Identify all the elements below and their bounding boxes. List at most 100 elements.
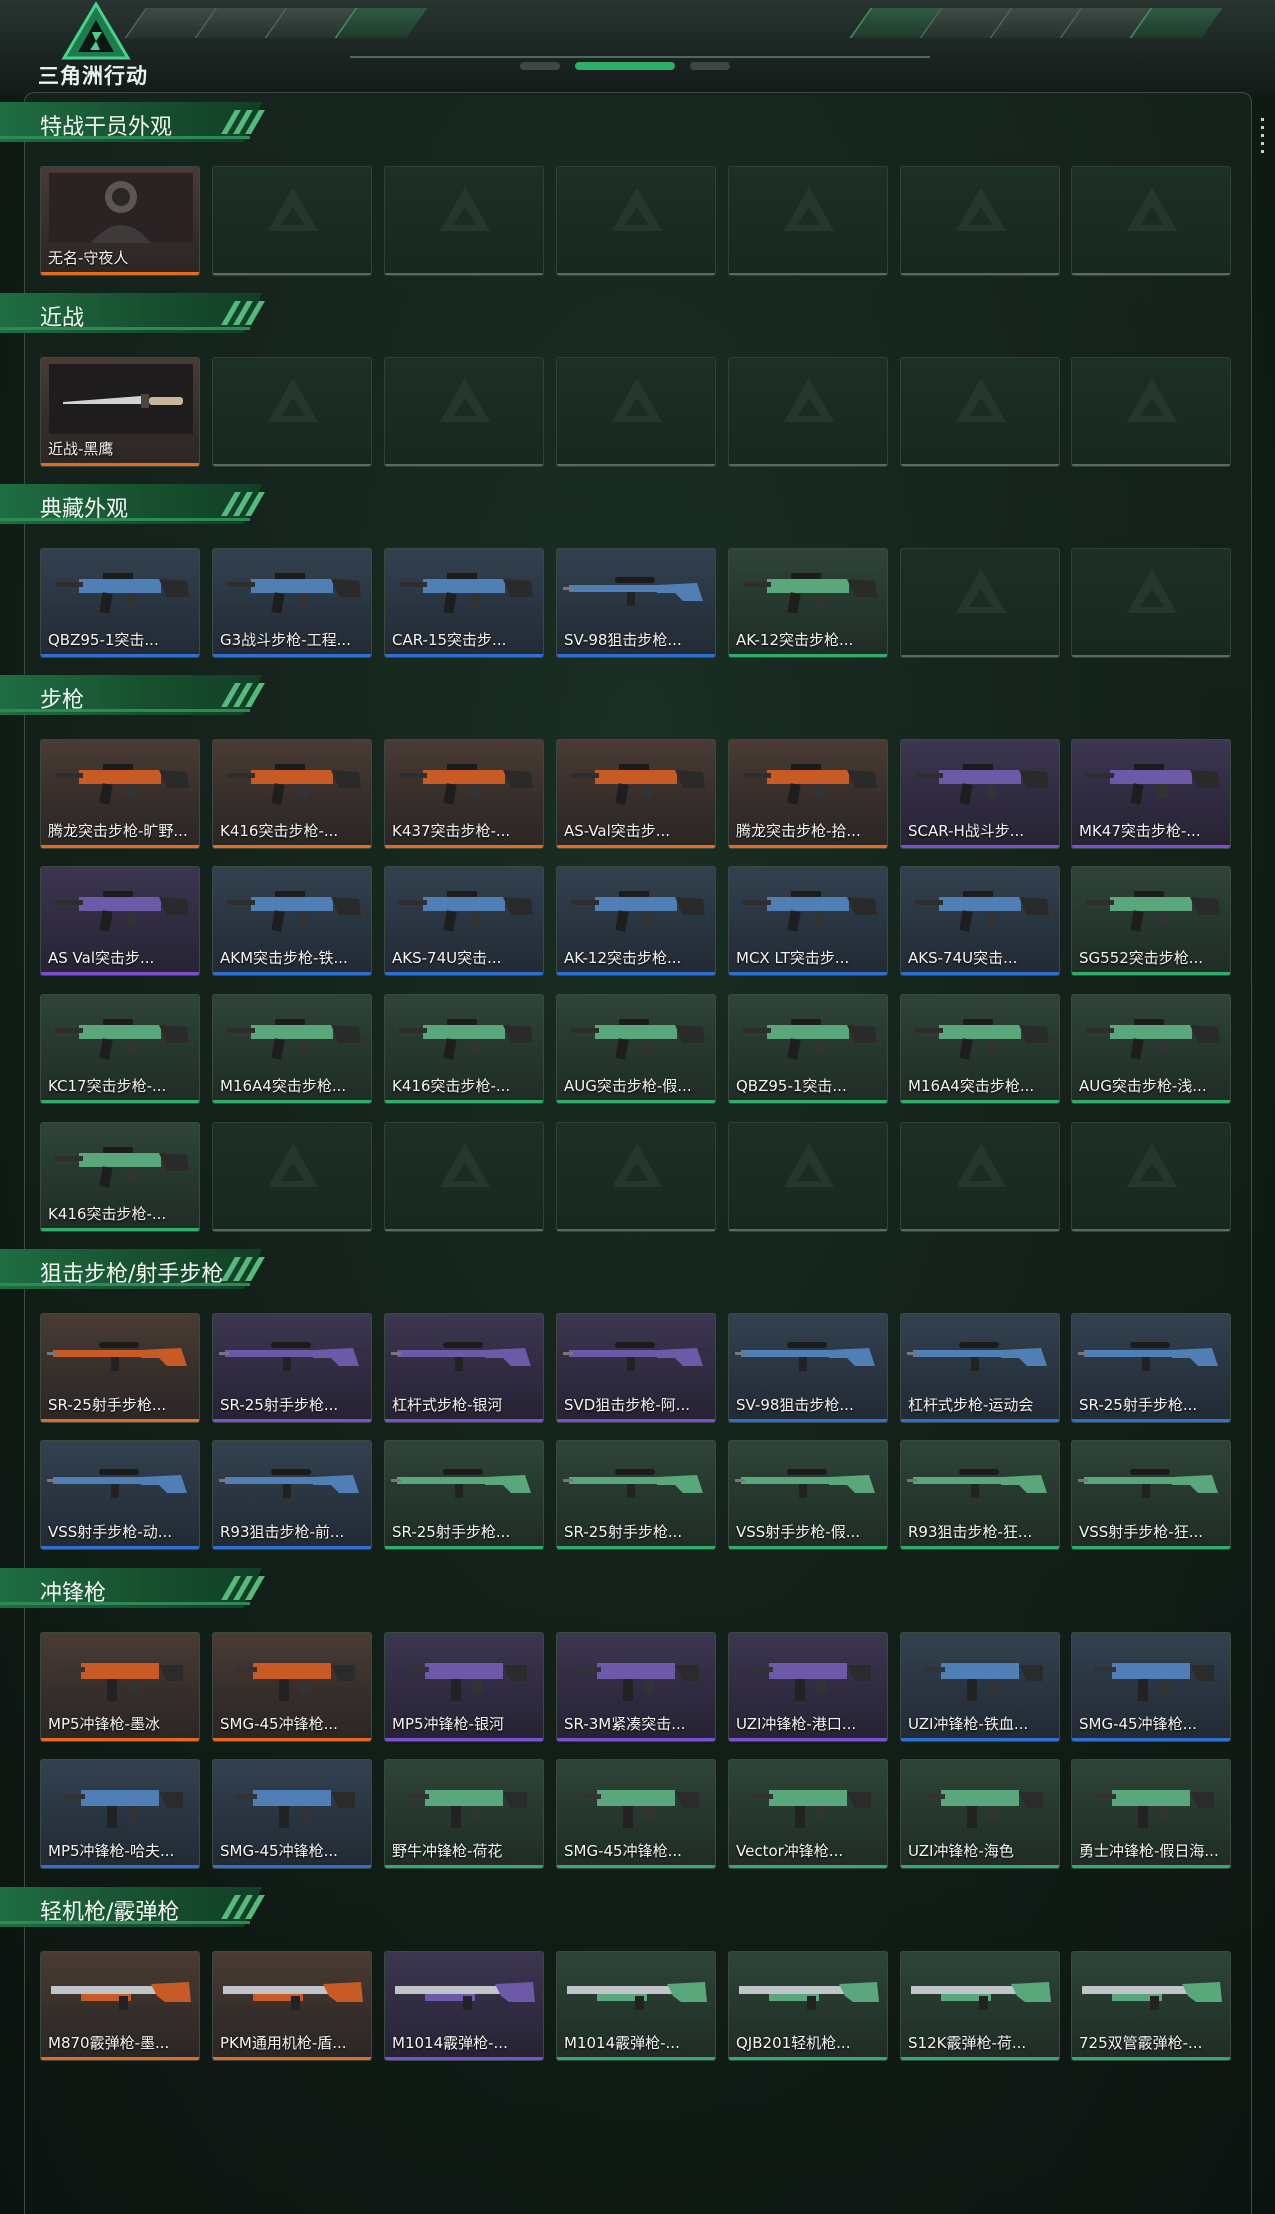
- rifle-icon: [227, 891, 361, 932]
- skin-card[interactable]: MCX LT突击步...: [728, 866, 888, 976]
- skin-card[interactable]: M1014霰弹枪-...: [556, 1951, 716, 2061]
- skin-card[interactable]: SMG-45冲锋枪...: [556, 1759, 716, 1869]
- skin-card[interactable]: 杠杆式步枪-银河: [384, 1313, 544, 1423]
- rifle-icon: [399, 573, 533, 614]
- skin-card[interactable]: Vector冲锋枪...: [728, 1759, 888, 1869]
- skin-card[interactable]: AUG突击步枪-浅...: [1071, 994, 1231, 1104]
- rarity-bar: [1072, 1865, 1230, 1868]
- more-menu-icon[interactable]: [1261, 118, 1265, 158]
- rarity-bar: [1072, 1100, 1230, 1103]
- rarity-bar: [213, 845, 371, 848]
- empty-slot: [900, 1122, 1060, 1232]
- skin-card[interactable]: PKM通用机枪-盾...: [212, 1951, 372, 2061]
- skin-card[interactable]: K416突击步枪-...: [212, 739, 372, 849]
- smg-icon: [923, 1790, 1043, 1828]
- top-header: 三角洲行动: [0, 0, 1275, 95]
- skin-card[interactable]: AUG突击步枪-假...: [556, 994, 716, 1104]
- rarity-bar: [901, 1419, 1059, 1422]
- skin-label: K416突击步枪-...: [392, 1077, 511, 1095]
- rarity-bar: [1072, 1419, 1230, 1422]
- rarity-bar: [213, 1100, 371, 1103]
- skin-card[interactable]: 腾龙突击步枪-旷野...: [40, 739, 200, 849]
- collection-page: 三角洲行动 特战干员外观 无名-守夜人 近战 近战-黑鹰 典藏外观 QBZ95-1突击..…: [0, 0, 1275, 2214]
- skin-card[interactable]: SCAR-H战斗步...: [900, 739, 1060, 849]
- skin-card[interactable]: VSS射手步枪-动...: [40, 1440, 200, 1550]
- section-title: 近战: [40, 306, 85, 331]
- skin-card[interactable]: K437突击步枪-...: [384, 739, 544, 849]
- skin-card[interactable]: MP5冲锋枪-银河: [384, 1632, 544, 1742]
- rarity-bar: [557, 1419, 715, 1422]
- skin-card[interactable]: 近战-黑鹰: [40, 357, 200, 467]
- skin-card[interactable]: 勇士冲锋枪-假日海...: [1071, 1759, 1231, 1869]
- skin-label: AKS-74U突击...: [392, 949, 502, 967]
- skin-card[interactable]: VSS射手步枪-假...: [728, 1440, 888, 1550]
- sniper-icon: [563, 1342, 703, 1371]
- skin-card[interactable]: K416突击步枪-...: [384, 994, 544, 1104]
- section-title: 冲锋枪: [40, 1581, 107, 1606]
- shotgun-icon: [911, 1982, 1051, 2010]
- skin-card[interactable]: SR-3M紧凑突击...: [556, 1632, 716, 1742]
- skin-card[interactable]: SG552突击步枪...: [1071, 866, 1231, 976]
- skin-card[interactable]: VSS射手步枪-狂...: [1071, 1440, 1231, 1550]
- skin-card[interactable]: QJB201轻机枪...: [728, 1951, 888, 2061]
- skin-label: SV-98狙击步枪...: [564, 631, 682, 649]
- shotgun-icon: [395, 1982, 535, 2010]
- skin-card[interactable]: AKS-74U突击...: [384, 866, 544, 976]
- skin-card[interactable]: SR-25射手步枪...: [40, 1313, 200, 1423]
- skin-card[interactable]: 杠杆式步枪-运动会: [900, 1313, 1060, 1423]
- skin-card[interactable]: MP5冲锋枪-墨冰: [40, 1632, 200, 1742]
- sniper-icon: [391, 1342, 531, 1371]
- skin-card[interactable]: 野牛冲锋枪-荷花: [384, 1759, 544, 1869]
- skin-card[interactable]: 腾龙突击步枪-拾...: [728, 739, 888, 849]
- skin-card[interactable]: SVD狙击步枪-阿...: [556, 1313, 716, 1423]
- skin-card[interactable]: UZI冲锋枪-港口...: [728, 1632, 888, 1742]
- skin-card[interactable]: R93狙击步枪-前...: [212, 1440, 372, 1550]
- skin-card[interactable]: MK47突击步枪-...: [1071, 739, 1231, 849]
- skin-label: 腾龙突击步枪-拾...: [736, 822, 861, 840]
- section-header-underline: [0, 1602, 250, 1605]
- skin-label: 杠杆式步枪-银河: [392, 1396, 503, 1414]
- skin-card[interactable]: SV-98狙击步枪...: [556, 548, 716, 658]
- skin-card[interactable]: SMG-45冲锋枪...: [1071, 1632, 1231, 1742]
- skin-card[interactable]: QBZ95-1突击...: [40, 548, 200, 658]
- skin-label: CAR-15突击步...: [392, 631, 507, 649]
- slot-underline: [213, 1229, 371, 1231]
- empty-slot: [900, 166, 1060, 276]
- skin-label: UZI冲锋枪-海色: [908, 1842, 1014, 1860]
- skin-card[interactable]: S12K霰弹枪-荷...: [900, 1951, 1060, 2061]
- skin-card[interactable]: SR-25射手步枪...: [212, 1313, 372, 1423]
- skin-card[interactable]: SR-25射手步枪...: [384, 1440, 544, 1550]
- skin-card[interactable]: MP5冲锋枪-哈夫...: [40, 1759, 200, 1869]
- rarity-bar: [729, 2057, 887, 2060]
- skin-card[interactable]: SV-98狙击步枪...: [728, 1313, 888, 1423]
- skin-card[interactable]: AS-Val突击步...: [556, 739, 716, 849]
- rarity-bar: [385, 1738, 543, 1741]
- skin-card[interactable]: SR-25射手步枪...: [556, 1440, 716, 1550]
- rarity-bar: [557, 2057, 715, 2060]
- skin-card[interactable]: AKM突击步枪-铁...: [212, 866, 372, 976]
- skin-label: 近战-黑鹰: [48, 440, 114, 458]
- skin-card[interactable]: M16A4突击步枪...: [900, 994, 1060, 1104]
- skin-card[interactable]: UZI冲锋枪-铁血...: [900, 1632, 1060, 1742]
- skin-card[interactable]: R93狙击步枪-狂...: [900, 1440, 1060, 1550]
- skin-card[interactable]: SMG-45冲锋枪...: [212, 1759, 372, 1869]
- skin-card[interactable]: UZI冲锋枪-海色: [900, 1759, 1060, 1869]
- skin-card[interactable]: 725双管霰弹枪-...: [1071, 1951, 1231, 2061]
- skin-card[interactable]: QBZ95-1突击...: [728, 994, 888, 1104]
- skin-card[interactable]: AK-12突击步枪...: [556, 866, 716, 976]
- skin-card[interactable]: 无名-守夜人: [40, 166, 200, 276]
- skin-card[interactable]: AK-12突击步枪...: [728, 548, 888, 658]
- section-header: 冲锋枪: [0, 1568, 280, 1612]
- skin-card[interactable]: K416突击步枪-...: [40, 1122, 200, 1232]
- skin-card[interactable]: SR-25射手步枪...: [1071, 1313, 1231, 1423]
- skin-card[interactable]: M1014霰弹枪-...: [384, 1951, 544, 2061]
- skin-card[interactable]: M16A4突击步枪...: [212, 994, 372, 1104]
- skin-card[interactable]: AS Val突击步...: [40, 866, 200, 976]
- skin-card[interactable]: CAR-15突击步...: [384, 548, 544, 658]
- skin-card[interactable]: KC17突击步枪-...: [40, 994, 200, 1104]
- skin-card[interactable]: AKS-74U突击...: [900, 866, 1060, 976]
- skin-card[interactable]: SMG-45冲锋枪...: [212, 1632, 372, 1742]
- skin-card[interactable]: M870霰弹枪-墨...: [40, 1951, 200, 2061]
- rarity-bar: [385, 1100, 543, 1103]
- skin-card[interactable]: G3战斗步枪-工程...: [212, 548, 372, 658]
